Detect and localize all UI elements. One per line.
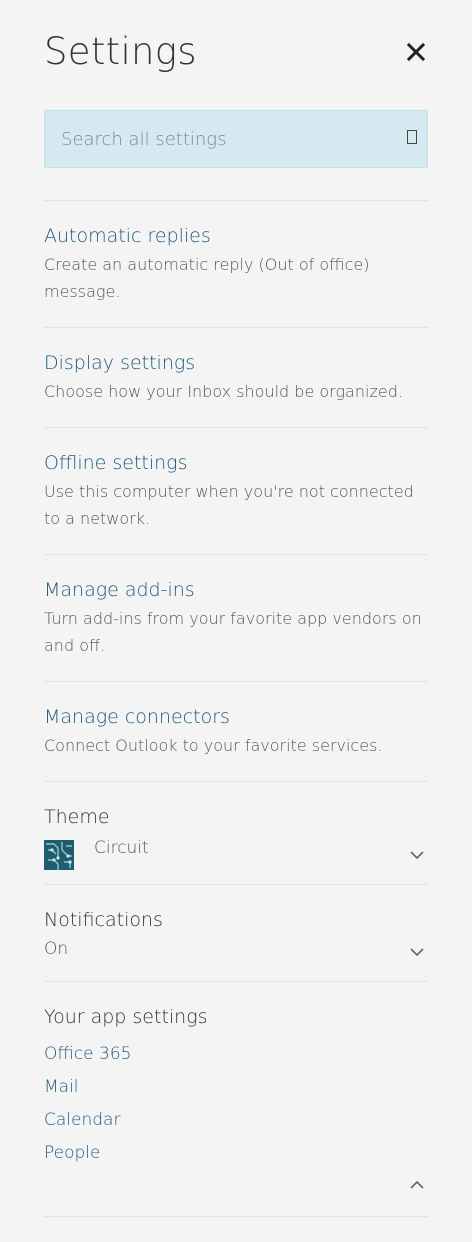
manage-add-ins-description: Turn add-ins from your favorite app vend… — [44, 609, 422, 655]
automatic-replies-description: Create an automatic reply (Out of office… — [44, 255, 370, 301]
automatic-replies-section[interactable]: Automatic replies Create an automatic re… — [44, 201, 428, 327]
manage-connectors-link[interactable]: Manage connectors — [44, 704, 230, 730]
chevron-up-icon[interactable] — [410, 1178, 424, 1192]
close-button[interactable] — [404, 40, 428, 64]
app-link-people[interactable]: People — [44, 1137, 428, 1170]
offline-settings-description: Use this computer when you're not connec… — [44, 482, 414, 528]
divider — [44, 1216, 428, 1217]
offline-settings-link[interactable]: Offline settings — [44, 450, 187, 476]
app-settings-links: Office 365 Mail Calendar People — [44, 1038, 428, 1170]
theme-section: Theme Circuit — [44, 782, 428, 884]
app-link-office-365[interactable]: Office 365 — [44, 1038, 428, 1071]
offline-settings-section[interactable]: Offline settings Use this computer when … — [44, 428, 428, 554]
search-input[interactable] — [61, 111, 381, 167]
manage-connectors-section[interactable]: Manage connectors Connect Outlook to you… — [44, 682, 428, 781]
manage-connectors-description: Connect Outlook to your favorite service… — [44, 736, 383, 755]
notifications-selector[interactable]: On — [44, 933, 428, 971]
notifications-value: On — [44, 939, 69, 959]
circuit-theme-thumbnail — [44, 840, 74, 870]
app-settings-section: Your app settings Office 365 Mail Calend… — [44, 982, 428, 1216]
theme-value: Circuit — [94, 838, 149, 858]
notifications-section: Notifications On — [44, 885, 428, 981]
theme-label: Theme — [44, 806, 110, 828]
app-link-mail[interactable]: Mail — [44, 1071, 428, 1104]
display-settings-link[interactable]: Display settings — [44, 350, 195, 376]
display-settings-section[interactable]: Display settings Choose how your Inbox s… — [44, 328, 428, 427]
page-title: Settings — [44, 30, 197, 73]
chevron-down-icon[interactable] — [410, 848, 424, 862]
chevron-down-icon[interactable] — [410, 945, 424, 959]
search-box[interactable] — [44, 110, 428, 168]
manage-add-ins-section[interactable]: Manage add-ins Turn add-ins from your fa… — [44, 555, 428, 681]
close-icon — [406, 42, 426, 62]
app-link-calendar[interactable]: Calendar — [44, 1104, 428, 1137]
theme-selector[interactable]: Circuit — [44, 834, 428, 874]
settings-header: Settings — [44, 0, 428, 110]
settings-panel: Settings Automatic replies Create an aut… — [44, 0, 428, 1217]
app-settings-collapse[interactable] — [44, 1170, 428, 1216]
notifications-label: Notifications — [44, 909, 163, 931]
manage-add-ins-link[interactable]: Manage add-ins — [44, 577, 195, 603]
app-settings-label: Your app settings — [44, 1006, 208, 1028]
display-settings-description: Choose how your Inbox should be organize… — [44, 382, 403, 401]
automatic-replies-link[interactable]: Automatic replies — [44, 223, 211, 249]
search-icon[interactable] — [407, 130, 417, 144]
